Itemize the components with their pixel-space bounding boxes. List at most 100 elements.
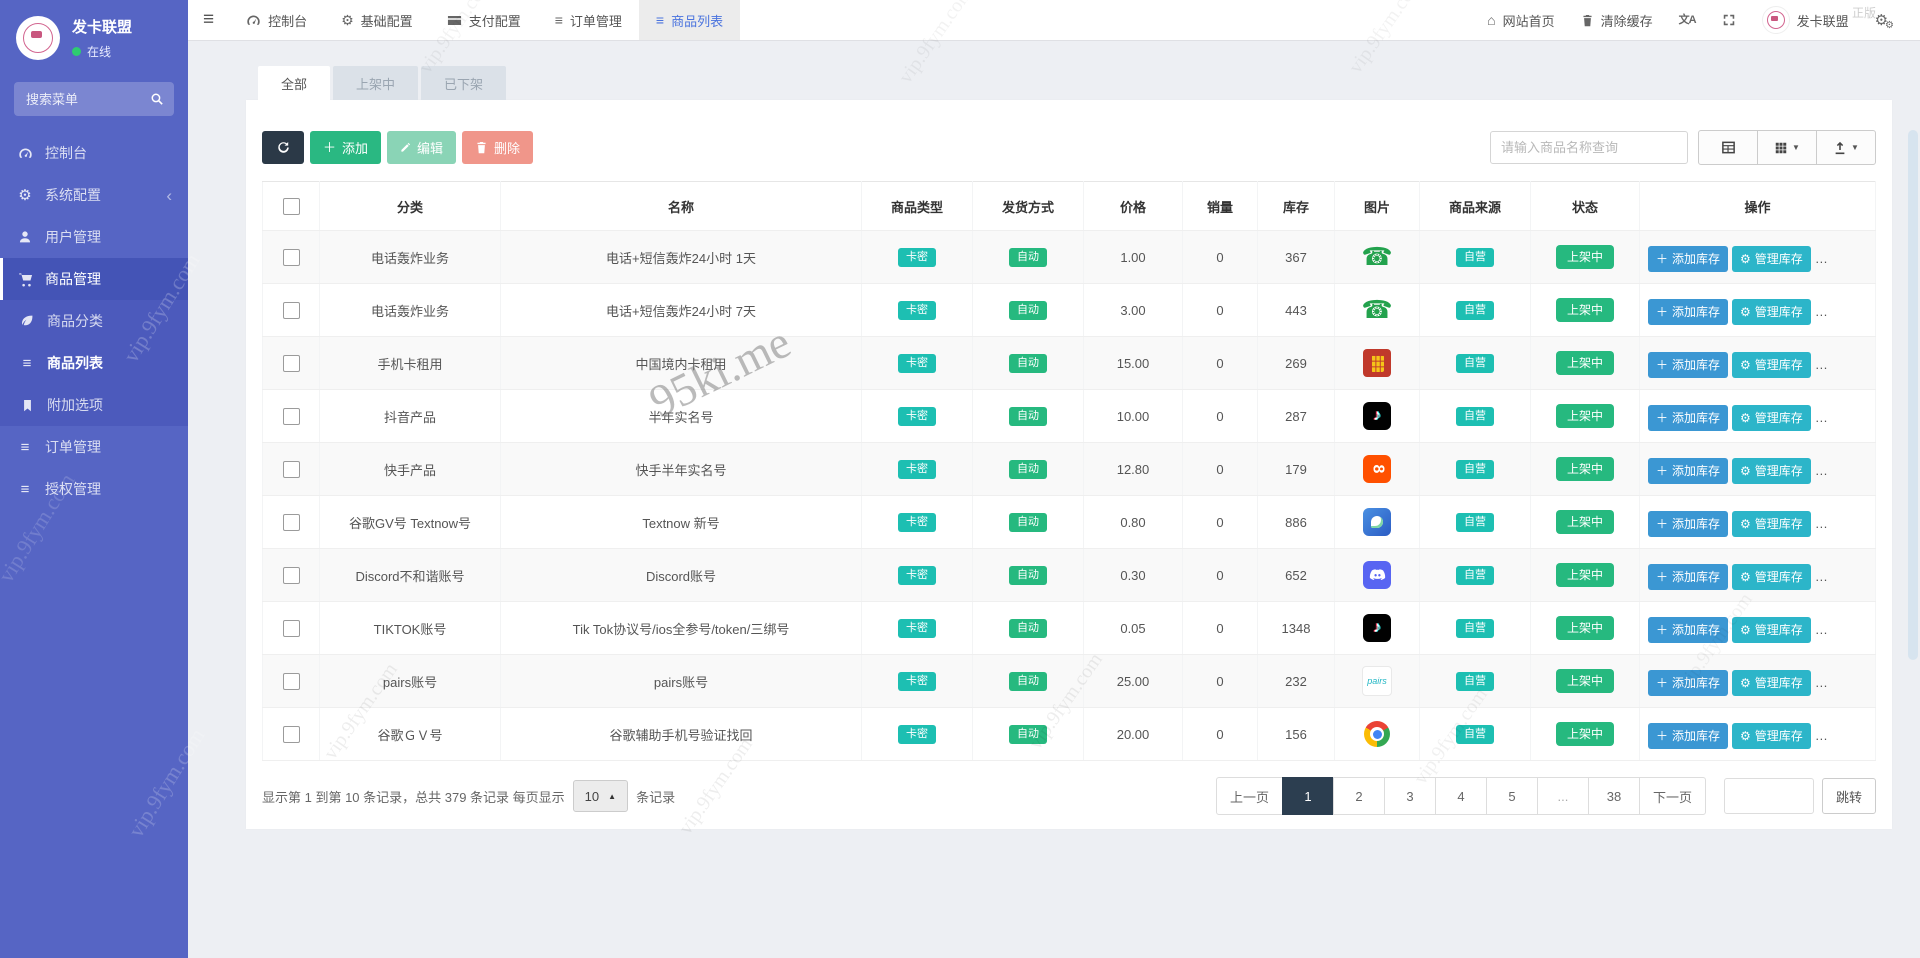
scrollbar-thumb[interactable] [1908,130,1918,660]
delete-row-button[interactable]: 删除 [1873,719,1875,747]
refresh-button[interactable] [262,131,304,164]
sidebar-item-0[interactable]: 控制台 [0,132,188,174]
manage-stock-button[interactable]: ⚙ 管理库存 [1732,616,1811,643]
delete-row-button[interactable]: 删除 [1873,401,1875,429]
delete-row-button[interactable]: 删除 [1873,666,1875,694]
cell-actions: ＋添加库存⚙管理库存编辑删除 [1639,548,1876,602]
edit-button[interactable]: 编辑 [387,131,457,164]
add-stock-button[interactable]: ＋添加库存 [1648,298,1729,325]
detail-view-button[interactable] [1698,130,1758,165]
row-checkbox[interactable] [282,619,300,637]
menu-toggle-icon[interactable]: ≡ [188,0,229,40]
delete-row-button[interactable]: 删除 [1873,295,1875,323]
tab-0[interactable]: 全部 [258,66,331,100]
topnav-item-0[interactable]: 控制台 [229,0,324,40]
row-checkbox[interactable] [282,513,300,531]
delete-row-button[interactable]: 删除 [1873,454,1875,482]
topnav-user-menu[interactable]: 发卡联盟 [1749,0,1862,40]
row-checkbox[interactable] [282,672,300,690]
topnav-item-2[interactable]: 支付配置 [430,0,538,40]
sidebar-item-8[interactable]: ≡ 授权管理 [0,468,188,510]
add-stock-button[interactable]: ＋添加库存 [1648,722,1729,749]
topnav-settings[interactable]: ⚙⚙ [1862,0,1910,40]
topnav-item-1[interactable]: ⚙ 基础配置 [324,0,430,40]
add-stock-button[interactable]: ＋添加库存 [1648,404,1729,431]
page-button-0[interactable]: 上一页 [1215,777,1283,815]
page-button-5[interactable]: 5 [1485,777,1538,815]
topnav-item-3[interactable]: ≡ 订单管理 [538,0,639,40]
add-stock-button[interactable]: ＋添加库存 [1648,245,1729,272]
topnav-site-home[interactable]: ⌂ 网站首页 [1474,0,1567,40]
source-badge: 自营 [1456,300,1494,320]
delivery-badge: 自动 [1009,459,1047,479]
row-checkbox[interactable] [282,301,300,319]
delete-row-button[interactable]: 删除 [1873,560,1875,588]
topnav-clear-cache[interactable]: 清除缓存 [1568,0,1666,40]
page-button-7[interactable]: 38 [1587,777,1640,815]
topnav-fullscreen[interactable] [1709,0,1749,40]
row-checkbox[interactable] [282,725,300,743]
delete-button[interactable]: 删除 [462,131,534,164]
delete-row-button[interactable]: 删除 [1873,348,1875,376]
product-search-input[interactable] [1490,131,1688,164]
delivery-badge: 自动 [1009,724,1047,744]
add-stock-button[interactable]: ＋添加库存 [1648,563,1729,590]
sidebar-item-1[interactable]: ⚙ 系统配置 ‹ [0,174,188,216]
type-badge: 卡密 [898,300,936,320]
add-stock-button[interactable]: ＋添加库存 [1648,351,1729,378]
menu-search-input[interactable] [24,90,150,108]
page-button-4[interactable]: 4 [1434,777,1487,815]
manage-stock-button[interactable]: ⚙ 管理库存 [1732,404,1811,431]
manage-stock-button[interactable]: ⚙ 管理库存 [1732,351,1811,378]
menu-search[interactable] [14,82,174,116]
add-stock-button[interactable]: ＋添加库存 [1648,510,1729,537]
delete-row-button[interactable]: 删除 [1873,507,1875,535]
row-checkbox[interactable] [282,566,300,584]
cell-stock: 1348 [1257,601,1335,655]
manage-stock-button[interactable]: ⚙ 管理库存 [1732,510,1811,537]
row-checkbox[interactable] [282,354,300,372]
page-button-2[interactable]: 2 [1332,777,1385,815]
select-all-checkbox[interactable] [282,197,300,215]
manage-stock-button[interactable]: ⚙ 管理库存 [1732,245,1811,272]
cell-name: 电话+短信轰炸24小时 1天 [500,230,862,284]
page-button-6[interactable]: ... [1536,777,1589,815]
column-header: 销量 [1182,181,1258,231]
tab-1[interactable]: 上架中 [333,66,419,100]
manage-stock-button[interactable]: ⚙ 管理库存 [1732,563,1811,590]
delete-row-button[interactable]: 删除 [1873,613,1875,641]
topnav-item-4[interactable]: ≡ 商品列表 [638,0,741,40]
add-button[interactable]: ＋ 添加 [310,131,382,164]
columns-button[interactable]: ▼ [1757,130,1817,165]
chevron-left-icon: ‹ [166,185,172,205]
row-checkbox[interactable] [282,460,300,478]
page-button-3[interactable]: 3 [1383,777,1436,815]
sidebar-item-3[interactable]: 商品管理 [0,258,188,300]
jump-button[interactable]: 跳转 [1821,778,1876,814]
sidebar-item-6[interactable]: 附加选项 [0,384,188,426]
add-stock-button[interactable]: ＋添加库存 [1648,616,1729,643]
row-checkbox[interactable] [282,407,300,425]
page-size-select[interactable]: 10 ▲ [572,780,629,812]
manage-stock-button[interactable]: ⚙ 管理库存 [1732,457,1811,484]
sidebar-item-5[interactable]: ≡ 商品列表 [0,342,188,384]
status-tabs: 全部 上架中 已下架 [246,66,1892,100]
export-button[interactable]: ▼ [1816,130,1876,165]
row-checkbox[interactable] [282,248,300,266]
sidebar-item-4[interactable]: 商品分类 [0,300,188,342]
delete-row-button[interactable]: 删除 [1873,242,1875,270]
detail-view-icon [1721,140,1736,155]
add-stock-button[interactable]: ＋添加库存 [1648,457,1729,484]
cog-icon: ⚙ [1740,304,1751,319]
manage-stock-button[interactable]: ⚙ 管理库存 [1732,298,1811,325]
page-button-1[interactable]: 1 [1281,777,1334,815]
sidebar-item-7[interactable]: ≡ 订单管理 [0,426,188,468]
manage-stock-button[interactable]: ⚙ 管理库存 [1732,722,1811,749]
page-button-8[interactable]: 下一页 [1638,777,1706,815]
jump-page-input[interactable] [1723,778,1814,814]
add-stock-button[interactable]: ＋添加库存 [1648,669,1729,696]
manage-stock-button[interactable]: ⚙ 管理库存 [1732,669,1811,696]
tab-2[interactable]: 已下架 [421,66,507,100]
topnav-translate[interactable]: 文A [1666,0,1709,40]
sidebar-item-2[interactable]: 用户管理 [0,216,188,258]
